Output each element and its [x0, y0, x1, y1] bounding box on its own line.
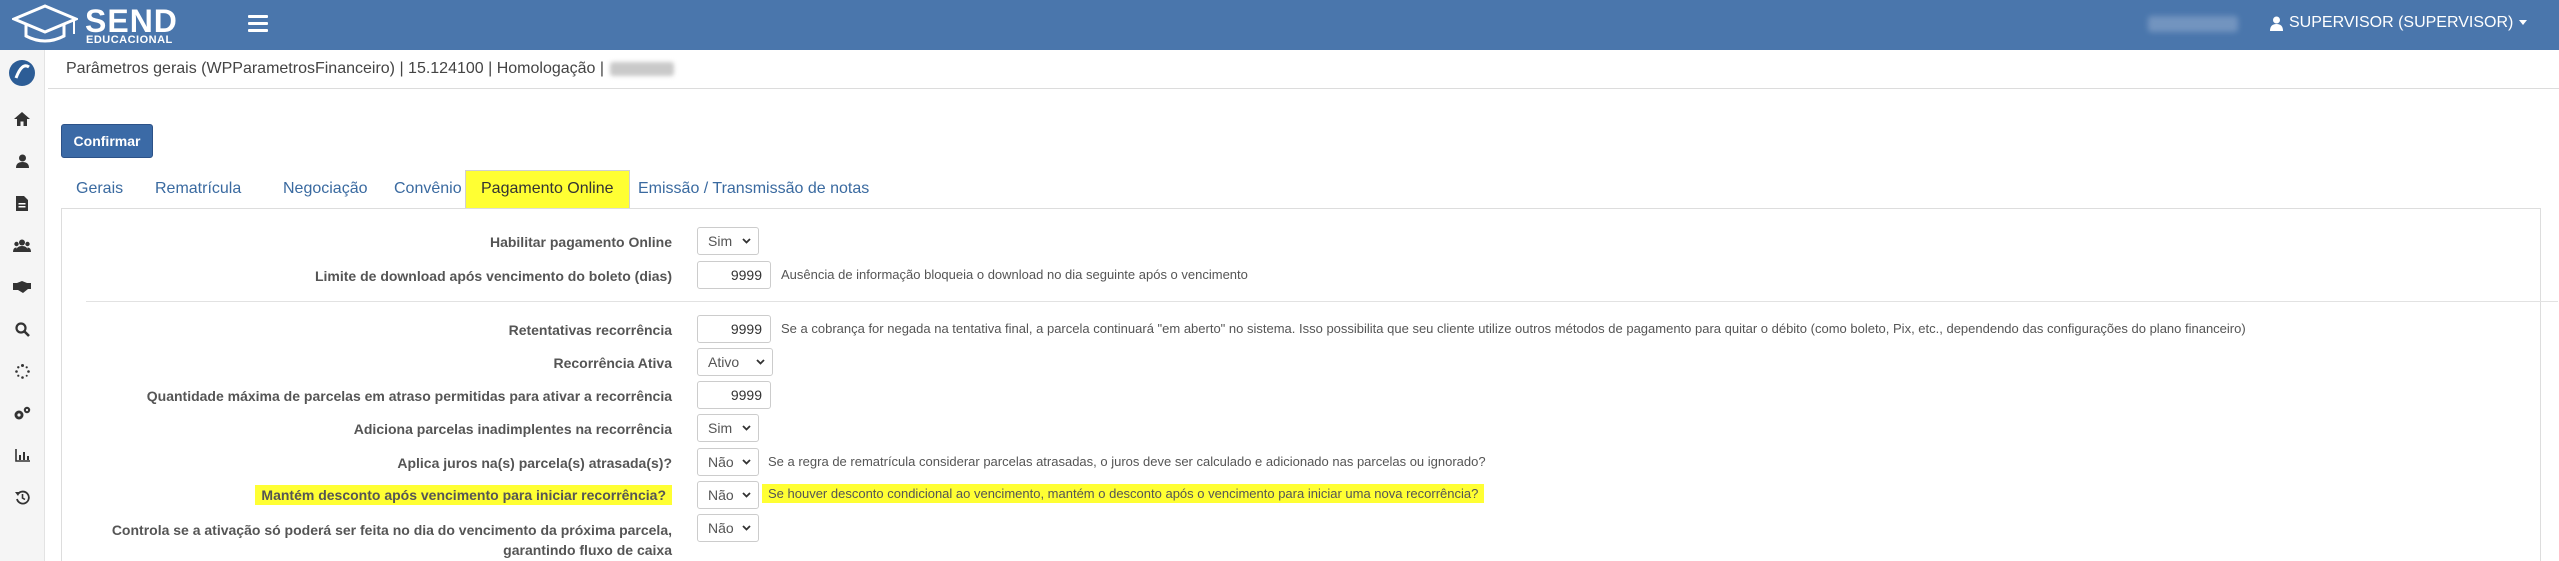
select-recorrencia-ativa[interactable]: Ativo	[697, 348, 773, 376]
search-icon[interactable]	[12, 319, 32, 339]
label-controla-ativacao-line1: Controla se a ativação só poderá ser fei…	[111, 522, 672, 538]
user-icon[interactable]	[12, 151, 32, 171]
app-logo[interactable]: SEND EDUCACIONAL	[12, 3, 182, 47]
input-max-parcelas-atraso[interactable]: 9999	[697, 381, 771, 409]
document-icon[interactable]	[12, 193, 32, 213]
select-controla-ativacao[interactable]: Não	[697, 514, 759, 542]
tab-gerais[interactable]: Gerais	[61, 170, 138, 208]
select-value: Não	[708, 520, 734, 536]
section-divider	[86, 301, 2558, 302]
label-controla-ativacao-line2: garantindo fluxo de caixa	[503, 542, 672, 558]
chevron-down-icon	[756, 359, 765, 365]
chevron-down-icon	[742, 492, 751, 498]
label-aplica-juros: Aplica juros na(s) parcela(s) atrasada(s…	[397, 455, 672, 471]
user-name: SUPERVISOR (SUPERVISOR)	[2289, 14, 2514, 31]
select-mantem-desconto[interactable]: Não	[697, 481, 759, 509]
menu-toggle-icon[interactable]	[248, 15, 268, 35]
top-navbar: SEND EDUCACIONAL SUPERVISOR (SUPERVISOR)	[0, 0, 2559, 50]
chevron-down-icon	[742, 525, 751, 531]
hint-limite-download: Ausência de informação bloqueia o downlo…	[781, 267, 1248, 282]
label-limite-download: Limite de download após vencimento do bo…	[314, 268, 672, 284]
sidebar	[0, 50, 45, 561]
logo-name: SEND	[85, 3, 178, 39]
tab-convenio[interactable]: Convênio	[379, 170, 477, 208]
handshake-icon[interactable]	[12, 277, 32, 297]
chevron-down-icon	[742, 425, 751, 431]
tab-emissao-notas[interactable]: Emissão / Transmissão de notas	[623, 170, 884, 208]
tab-rematricula[interactable]: Rematrícula	[140, 170, 256, 208]
select-parcelas-inadimplentes[interactable]: Sim	[697, 414, 759, 442]
chevron-down-icon	[742, 238, 751, 244]
caret-down-icon	[2519, 20, 2528, 25]
spinner-icon[interactable]	[12, 361, 32, 381]
label-recorrencia-ativa: Recorrência Ativa	[553, 355, 672, 371]
label-habilitar-pagamento: Habilitar pagamento Online	[489, 234, 672, 250]
confirm-button[interactable]: Confirmar	[61, 124, 153, 158]
user-menu[interactable]: SUPERVISOR (SUPERVISOR)	[2270, 14, 2528, 32]
chevron-down-icon	[742, 459, 751, 465]
tab-pagamento-online[interactable]: Pagamento Online	[465, 170, 630, 208]
input-limite-download[interactable]: 9999	[697, 261, 771, 289]
logo-subtitle: EDUCACIONAL	[86, 34, 173, 46]
home-icon[interactable]	[12, 109, 32, 129]
chart-icon[interactable]	[12, 445, 32, 465]
hint-mantem-desconto: Se houver desconto condicional ao vencim…	[762, 484, 1485, 503]
page-title-text: Parâmetros gerais (WPParametrosFinanceir…	[66, 60, 605, 77]
label-parcelas-inadimplentes: Adiciona parcelas inadimplentes na recor…	[353, 421, 672, 437]
input-retentativas[interactable]: 9999	[697, 315, 771, 343]
select-value: Não	[708, 487, 734, 503]
tab-panel	[61, 208, 2541, 561]
select-aplica-juros[interactable]: Não	[697, 448, 759, 476]
app-logo-icon[interactable]	[7, 58, 37, 88]
redacted-environment	[610, 61, 675, 76]
page-title: Parâmetros gerais (WPParametrosFinanceir…	[66, 60, 675, 78]
label-controla-ativacao: Controla se a ativação só poderá ser fei…	[112, 520, 672, 560]
label-max-parcelas-atraso: Quantidade máxima de parcelas em atraso …	[146, 388, 672, 404]
header-divider	[48, 88, 2559, 89]
graduation-cap-icon	[12, 4, 78, 43]
tab-negociacao[interactable]: Negociação	[268, 170, 383, 208]
users-icon[interactable]	[12, 235, 32, 255]
label-mantem-desconto: Mantém desconto após vencimento para ini…	[255, 485, 672, 505]
label-retentativas: Retentativas recorrência	[508, 322, 672, 338]
select-value: Sim	[708, 420, 733, 436]
gears-icon[interactable]	[12, 403, 32, 423]
select-value: Ativo	[708, 354, 740, 370]
select-habilitar-pagamento[interactable]: Sim	[697, 227, 759, 255]
tab-bar: Gerais Rematrícula Negociação Convênio P…	[61, 170, 2541, 208]
hint-retentativas: Se a cobrança for negada na tentativa fi…	[781, 321, 2246, 336]
environment-selector[interactable]	[2148, 16, 2238, 32]
select-value: Sim	[708, 233, 733, 249]
hint-aplica-juros: Se a regra de rematrícula considerar par…	[768, 454, 1486, 469]
select-value: Não	[708, 454, 734, 470]
user-icon	[2270, 16, 2283, 31]
history-icon[interactable]	[12, 487, 32, 507]
